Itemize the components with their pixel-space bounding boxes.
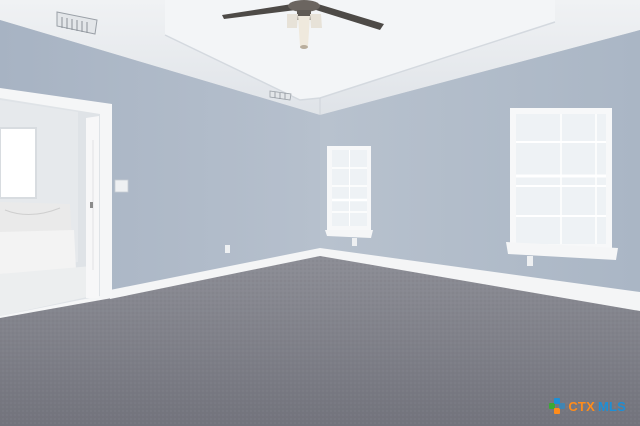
room-illustration [0, 0, 640, 426]
light-switch [114, 179, 129, 193]
room-photo: CTX MLS [0, 0, 640, 426]
window-small [325, 146, 373, 238]
window-large [506, 108, 618, 260]
watermark-brand-mls: MLS [597, 398, 626, 414]
mls-logo-icon [549, 398, 566, 414]
bathroom-doorway [0, 88, 112, 318]
wall-outlet [225, 245, 230, 253]
wall-outlet [527, 256, 533, 266]
watermark-brand-ctx: CTX [568, 398, 595, 414]
wall-outlet [352, 238, 357, 246]
mls-watermark: CTX MLS [549, 398, 626, 414]
